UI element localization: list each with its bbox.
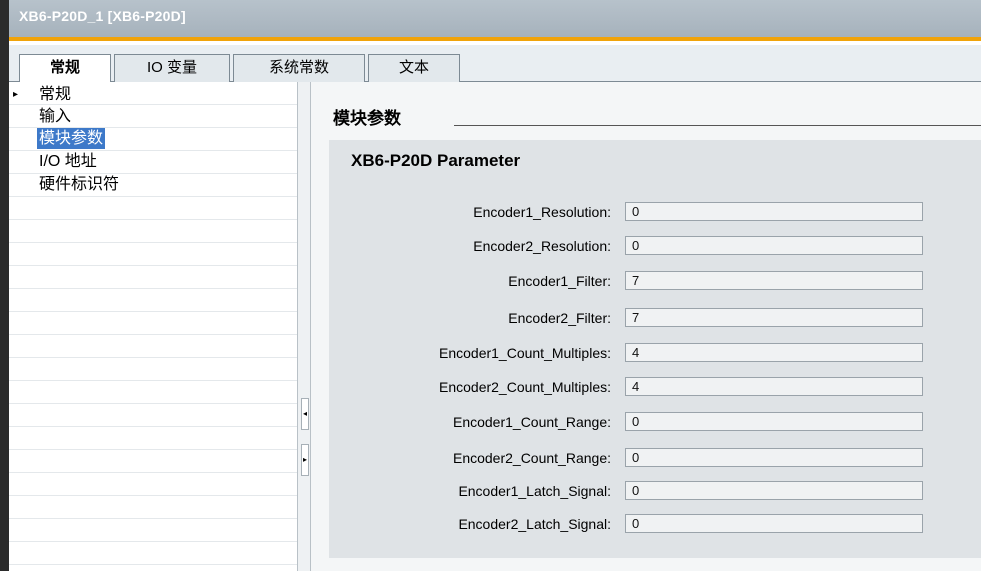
param-input-encoder2-latch-signal[interactable]: 0 bbox=[625, 514, 923, 533]
param-label-encoder2-count-multiples: Encoder2_Count_Multiples: bbox=[439, 379, 611, 395]
expand-arrow-icon[interactable]: ▸ bbox=[13, 89, 18, 101]
sidebar-item-input[interactable]: 输入 bbox=[39, 106, 71, 127]
sidebar-nav: ▸ 常规 输入 模块参数 I/O 地址 硬件标识符 bbox=[9, 82, 297, 571]
sidebar-item-general[interactable]: 常规 bbox=[39, 84, 71, 105]
param-label-encoder1-filter: Encoder1_Filter: bbox=[508, 273, 611, 289]
window-title: XB6-P20D_1 [XB6-P20D] bbox=[19, 8, 186, 24]
param-label-encoder2-filter: Encoder2_Filter: bbox=[508, 310, 611, 326]
parameter-panel: XB6-P20D Parameter Encoder1_Resolution: … bbox=[329, 140, 981, 558]
param-input-encoder2-count-multiples[interactable]: 4 bbox=[625, 377, 923, 396]
param-input-encoder1-count-multiples[interactable]: 4 bbox=[625, 343, 923, 362]
param-input-encoder2-resolution[interactable]: 0 bbox=[625, 236, 923, 255]
param-input-encoder1-count-range[interactable]: 0 bbox=[625, 412, 923, 431]
param-label-encoder2-resolution: Encoder2_Resolution: bbox=[473, 238, 611, 254]
section-divider bbox=[454, 125, 981, 126]
param-label-encoder1-latch-signal: Encoder1_Latch_Signal: bbox=[458, 483, 611, 499]
title-bar: XB6-P20D_1 [XB6-P20D] bbox=[9, 0, 981, 41]
param-label-encoder2-count-range: Encoder2_Count_Range: bbox=[452, 450, 611, 466]
tab-bar: 常规 IO 变量 系统常数 文本 bbox=[9, 45, 981, 83]
tab-text[interactable]: 文本 bbox=[368, 54, 460, 82]
main-content: 模块参数 XB6-P20D Parameter Encoder1_Resolut… bbox=[311, 82, 981, 571]
tab-general[interactable]: 常规 bbox=[19, 54, 111, 83]
sidebar-item-hardware-identifier[interactable]: 硬件标识符 bbox=[39, 174, 119, 195]
param-label-encoder1-resolution: Encoder1_Resolution: bbox=[473, 204, 611, 220]
param-label-encoder1-count-range: Encoder1_Count_Range: bbox=[452, 414, 611, 430]
param-input-encoder2-filter[interactable]: 7 bbox=[625, 308, 923, 327]
param-input-encoder1-filter[interactable]: 7 bbox=[625, 271, 923, 290]
param-input-encoder1-resolution[interactable]: 0 bbox=[625, 202, 923, 221]
sidebar-item-io-address[interactable]: I/O 地址 bbox=[39, 151, 97, 172]
section-title: 模块参数 bbox=[333, 109, 401, 128]
window-left-border bbox=[0, 0, 9, 571]
expand-right-icon[interactable]: ▸ bbox=[301, 444, 309, 476]
param-label-encoder1-count-multiples: Encoder1_Count_Multiples: bbox=[439, 345, 611, 361]
panel-title: XB6-P20D Parameter bbox=[351, 151, 521, 170]
param-label-encoder2-latch-signal: Encoder2_Latch_Signal: bbox=[458, 516, 611, 532]
param-input-encoder1-latch-signal[interactable]: 0 bbox=[625, 481, 923, 500]
pane-splitter[interactable]: ◂ ▸ bbox=[297, 82, 311, 571]
param-input-encoder2-count-range[interactable]: 0 bbox=[625, 448, 923, 467]
sidebar-item-module-parameters[interactable]: 模块参数 bbox=[37, 128, 106, 149]
collapse-left-icon[interactable]: ◂ bbox=[301, 398, 309, 430]
tab-io-variables[interactable]: IO 变量 bbox=[114, 54, 230, 82]
tab-system-constants[interactable]: 系统常数 bbox=[233, 54, 365, 82]
